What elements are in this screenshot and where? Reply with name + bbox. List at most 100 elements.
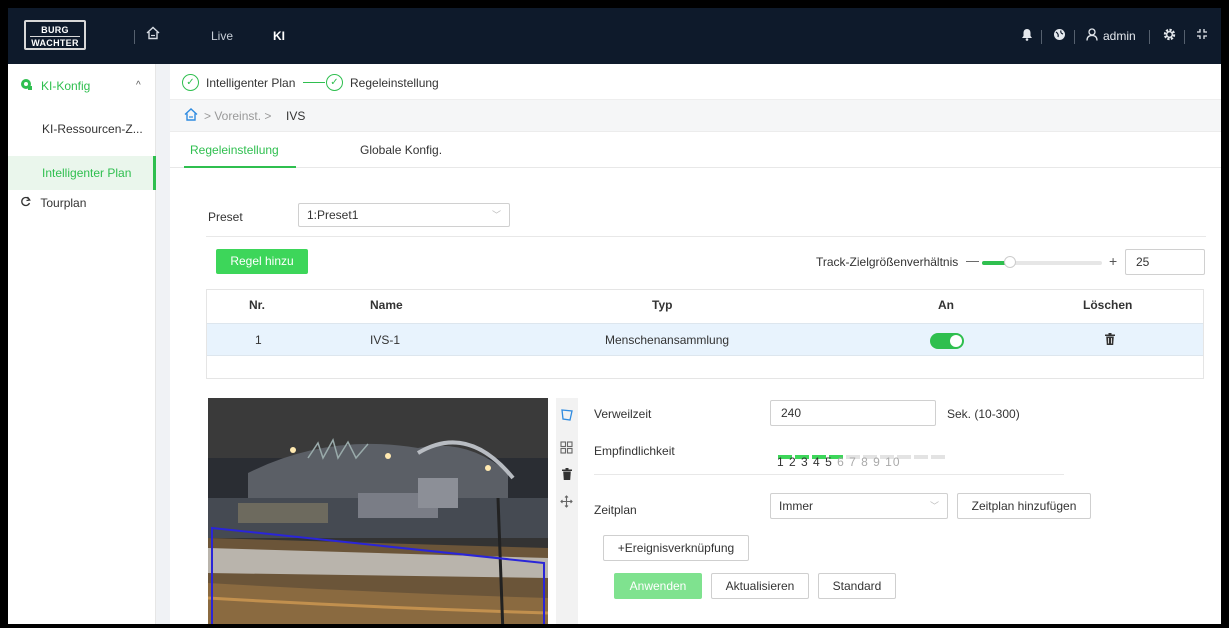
apply-button[interactable]: Anwenden (614, 573, 702, 599)
track-ratio-input[interactable]: 25 (1125, 249, 1205, 275)
event-link-button[interactable]: +Ereignisverknüpfung (603, 535, 749, 561)
cell-nr: 1 (255, 333, 262, 347)
sensitivity-label: Empfindlichkeit (594, 444, 675, 458)
camera-scene-image (208, 398, 548, 624)
user-icon[interactable] (1086, 28, 1098, 44)
rule-enabled-toggle[interactable] (930, 333, 964, 349)
fullscreen-icon[interactable] (1196, 28, 1208, 43)
trash-icon[interactable] (1105, 333, 1115, 348)
sidebar-item-intelligenter-plan[interactable]: Intelligenter Plan (8, 156, 156, 190)
nav-ki[interactable]: KI (273, 29, 285, 43)
sensitivity-level-number: 10 (885, 455, 901, 469)
refresh-button[interactable]: Aktualisieren (711, 573, 809, 599)
gear-icon[interactable] (1163, 28, 1176, 44)
refresh-icon (20, 196, 34, 210)
tab-globale-konfig[interactable]: Globale Konfig. (360, 143, 442, 157)
tab-active-indicator (184, 166, 296, 168)
sensitivity-level-number: 5 (825, 455, 838, 469)
track-ratio-label: Track-Zielgrößenverhältnis (816, 255, 959, 269)
rules-table: Nr. Name Typ An Löschen 1 IVS-1 Menschen… (206, 289, 1204, 379)
column-header-an: An (938, 298, 954, 312)
default-button[interactable]: Standard (818, 573, 896, 599)
sensitivity-level-number: 4 (813, 455, 826, 469)
divider (594, 474, 1064, 475)
sensitivity-level-number: 1 (777, 455, 790, 469)
divider (1074, 30, 1075, 44)
slider-increase-button[interactable]: + (1109, 253, 1117, 269)
bell-icon[interactable] (1021, 28, 1033, 44)
column-header-nr: Nr. (249, 298, 266, 312)
username[interactable]: admin (1103, 29, 1136, 43)
draw-rectangle-icon[interactable] (560, 441, 573, 457)
sensitivity-level-block[interactable] (931, 455, 945, 459)
sidebar-tourplan-label: Tourplan (40, 196, 87, 210)
preset-value: 1:Preset1 (307, 208, 359, 222)
cell-typ: Menschenansammlung (605, 333, 730, 347)
tab-regeleinstellung[interactable]: Regeleinstellung (190, 143, 279, 157)
move-icon[interactable] (560, 495, 573, 511)
app-window: BURG WACHTER Live KI admin KI-Konfig ^ K… (0, 0, 1229, 628)
home-icon[interactable] (184, 108, 198, 124)
step-intelligenter-plan[interactable]: Intelligenter Plan (206, 76, 295, 90)
schedule-select[interactable]: Immer ﹀ (770, 493, 948, 519)
layout-gutter (156, 64, 170, 624)
globe-icon[interactable] (1053, 28, 1066, 44)
logo-line-2: WACHTER (30, 36, 80, 48)
draw-polygon-icon[interactable] (560, 408, 574, 425)
add-rule-button[interactable]: Regel hinzu (216, 249, 308, 274)
nav-live[interactable]: Live (211, 29, 233, 43)
divider (1149, 30, 1150, 44)
add-schedule-button[interactable]: Zeitplan hinzufügen (957, 493, 1091, 519)
column-header-loeschen: Löschen (1083, 298, 1133, 312)
step-indicator: ✓ Intelligenter Plan ✓ Regeleinstellung (170, 64, 1221, 100)
drawing-toolbar (556, 398, 578, 624)
breadcrumb-current: IVS (286, 109, 306, 123)
sidebar: KI-Konfig ^ KI-Ressourcen-Z... Intellige… (8, 64, 156, 624)
column-header-name: Name (370, 298, 403, 312)
sensitivity-level-number: 8 (861, 455, 874, 469)
track-ratio-slider[interactable] (982, 256, 1102, 268)
slider-thumb[interactable] (1004, 256, 1016, 268)
chevron-up-icon[interactable]: ^ (136, 80, 141, 91)
divider (134, 30, 135, 44)
brand-logo: BURG WACHTER (24, 20, 86, 50)
sensitivity-scale: 1 2 3 4 5 6 7 8 9 10 (777, 455, 901, 469)
breadcrumb-path[interactable]: > Voreinst. > (204, 109, 271, 123)
divider (1184, 30, 1185, 44)
column-header-typ: Typ (652, 298, 673, 312)
sensitivity-level-number: 7 (849, 455, 862, 469)
sensitivity-level-number: 2 (789, 455, 802, 469)
step-regeleinstellung[interactable]: Regeleinstellung (350, 76, 439, 90)
schedule-value: Immer (779, 499, 813, 513)
slider-fill (982, 261, 1006, 265)
preset-select[interactable]: 1:Preset1 ﹀ (298, 203, 510, 227)
chevron-down-icon: ﹀ (929, 501, 939, 511)
trash-icon[interactable] (562, 468, 572, 483)
preset-label: Preset (208, 210, 243, 224)
sensitivity-level-number: 6 (837, 455, 850, 469)
sensitivity-level-number: 3 (801, 455, 814, 469)
sidebar-section-ki-konfig[interactable]: KI-Konfig ^ (8, 78, 156, 98)
logo-line-1: BURG (41, 25, 69, 35)
sensitivity-level-block[interactable] (914, 455, 928, 459)
check-circle-icon: ✓ (326, 74, 343, 91)
table-row[interactable]: 1 IVS-1 Menschenansammlung (207, 323, 1203, 356)
dwell-time-label: Verweilzeit (594, 407, 652, 421)
divider (206, 236, 1206, 237)
chevron-down-icon: ﹀ (491, 210, 501, 220)
breadcrumb: > Voreinst. > IVS (170, 100, 1221, 132)
tab-bar: Regeleinstellung Globale Konfig. (170, 132, 1221, 168)
home-icon[interactable] (146, 26, 160, 43)
sidebar-item-tourplan[interactable]: Tourplan (20, 196, 86, 210)
cell-name: IVS-1 (370, 333, 401, 347)
slider-decrease-button[interactable]: — (966, 253, 979, 268)
main-content: ✓ Intelligenter Plan ✓ Regeleinstellung … (170, 64, 1221, 624)
sensitivity-level-number: 9 (873, 455, 886, 469)
sidebar-item-ki-ressourcen[interactable]: KI-Ressourcen-Z... (8, 112, 156, 146)
camera-preview[interactable] (208, 398, 548, 624)
dwell-time-unit: Sek. (10-300) (947, 407, 1020, 421)
check-circle-icon: ✓ (182, 74, 199, 91)
divider (1041, 30, 1042, 44)
schedule-label: Zeitplan (594, 503, 637, 517)
dwell-time-input[interactable]: 240 (770, 400, 936, 426)
